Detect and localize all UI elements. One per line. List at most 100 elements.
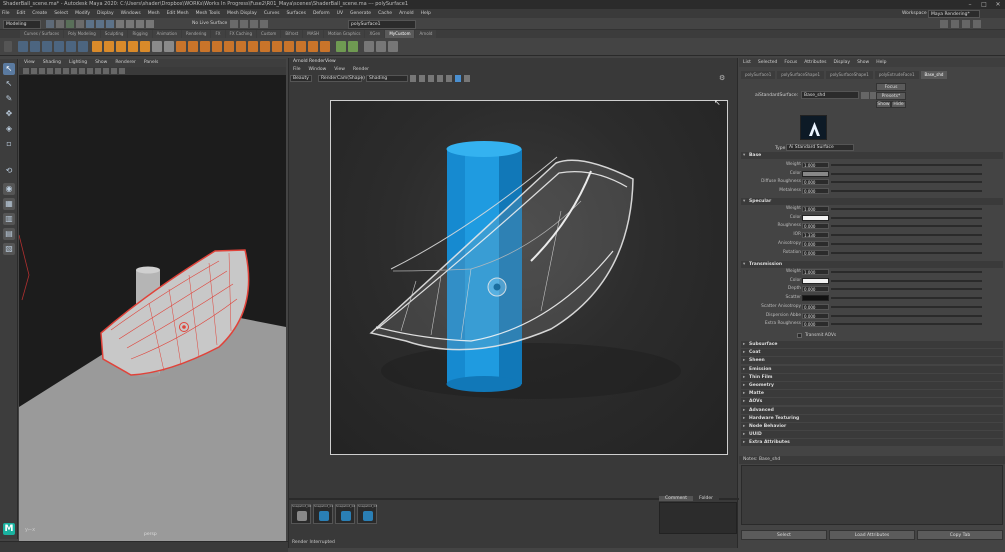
attr-value-field[interactable]: 0.000 <box>802 312 829 319</box>
snapshot-thumb[interactable]: Snapshot_01 <box>313 504 333 524</box>
viewport-menu-item[interactable]: View <box>24 59 35 67</box>
hypershade-icon[interactable] <box>260 20 268 28</box>
attr-value-field[interactable]: 1.000 <box>802 269 829 275</box>
ae-menu-item[interactable]: Display <box>833 58 850 67</box>
ae-node-tab[interactable]: Base_shd <box>920 71 948 79</box>
uv-unfold-icon[interactable] <box>348 41 358 52</box>
section-collapsed[interactable]: Subsurface <box>741 341 1003 348</box>
menu-item[interactable]: File <box>2 11 10 16</box>
renderview-tab[interactable]: Comment <box>659 496 694 501</box>
object-name-field[interactable]: polySurface1 <box>348 20 416 29</box>
shelf-tool-2-icon[interactable] <box>30 41 40 52</box>
move-tool-icon[interactable]: ✥ <box>3 108 15 120</box>
viewport-menu-item[interactable]: Lighting <box>69 59 87 67</box>
attr-value-field[interactable]: 1.330 <box>802 232 829 239</box>
bookmark-icon[interactable] <box>31 68 37 74</box>
section-collapsed[interactable]: Emission <box>741 365 1003 373</box>
snapshot-thumb[interactable]: Snapshot_03 <box>357 504 377 524</box>
attr-slider[interactable] <box>831 216 982 219</box>
renderview-menu-item[interactable]: Window <box>309 66 327 74</box>
maximize-icon[interactable]: □ <box>977 0 991 9</box>
viewport-menu-item[interactable]: Renderer <box>115 59 136 67</box>
select-object-icon[interactable] <box>96 20 104 28</box>
shelf-tab[interactable]: FX Caching <box>225 30 256 38</box>
combine-icon[interactable] <box>152 41 162 52</box>
snapshot-icon[interactable] <box>446 75 452 82</box>
shelf-tab[interactable]: Poly Modeling <box>64 30 100 38</box>
layout-top-icon[interactable]: ▤ <box>3 228 15 240</box>
attr-slider[interactable] <box>831 323 982 326</box>
merge-icon[interactable] <box>260 41 270 52</box>
shelf-tab[interactable]: XGen <box>365 30 385 38</box>
fill-hole-icon[interactable] <box>224 41 234 52</box>
attr-value-field[interactable]: 0.000 <box>802 188 829 195</box>
shelf-tab[interactable]: Custom <box>257 30 281 38</box>
attr-value-field[interactable]: 0.000 <box>802 223 829 230</box>
comment-box[interactable] <box>659 502 737 534</box>
poly-sphere-icon[interactable] <box>92 41 102 52</box>
open-scene-icon[interactable] <box>46 20 54 28</box>
shelf-tool-4-icon[interactable] <box>54 41 64 52</box>
ae-menu-item[interactable]: Attributes <box>804 58 826 67</box>
mode-select[interactable]: Modeling <box>3 20 41 29</box>
uv-editor-icon[interactable] <box>336 41 346 52</box>
attr-slider[interactable] <box>831 251 982 254</box>
snap-grid-icon[interactable] <box>116 20 124 28</box>
workspace-select[interactable]: Maya Rendering* <box>928 10 980 18</box>
scale-tool-icon[interactable]: ▫ <box>3 138 15 150</box>
section-collapsed[interactable]: Advanced <box>741 406 1003 414</box>
attr-slider[interactable] <box>831 297 982 300</box>
rendered-image[interactable]: ↖ <box>330 98 728 455</box>
menu-item[interactable]: Select <box>54 11 68 16</box>
section-collapsed[interactable]: Geometry <box>741 382 1003 389</box>
shelf-tab[interactable]: Sculpting <box>100 30 128 38</box>
menu-item[interactable]: Curves <box>264 11 280 16</box>
attr-value-field[interactable]: 0.000 <box>802 249 829 256</box>
show-manipulator-icon[interactable]: ⟲ <box>3 165 15 177</box>
section-collapsed[interactable]: Sheen <box>741 357 1003 365</box>
shelf-tab[interactable]: Curves / Surfaces <box>20 30 64 38</box>
redo-icon[interactable] <box>76 20 84 28</box>
menu-item[interactable]: Help <box>421 11 431 16</box>
close-icon[interactable]: ✕ <box>991 0 1005 9</box>
section-collapsed[interactable]: Coat <box>741 349 1003 357</box>
shelf-tab[interactable]: Arnold <box>415 30 437 38</box>
layout-side-icon[interactable]: ▥ <box>3 213 15 225</box>
select-component-icon[interactable] <box>106 20 114 28</box>
attr-slider[interactable] <box>831 225 982 228</box>
snap-point-icon[interactable] <box>136 20 144 28</box>
shelf-tab[interactable]: Bifrost <box>281 30 303 38</box>
channels-icon[interactable] <box>464 75 470 82</box>
snap-plane-icon[interactable] <box>146 20 154 28</box>
ae-menu-item[interactable]: Selected <box>758 58 778 67</box>
ae-node-tab[interactable]: polySurface1 <box>741 71 776 79</box>
attr-slider[interactable] <box>831 242 982 245</box>
attr-value-field[interactable]: 0.000 <box>802 179 829 186</box>
color-swatch[interactable] <box>802 214 829 221</box>
mirror-icon[interactable] <box>284 41 294 52</box>
node-connection-icon[interactable] <box>861 92 869 99</box>
lasso-tool-icon[interactable]: ↖ <box>3 78 15 90</box>
select-hierarchy-icon[interactable] <box>86 20 94 28</box>
presets-button[interactable]: Presets* <box>876 92 906 100</box>
load-attributes-button[interactable]: Load Attributes <box>829 530 915 540</box>
poly-cylinder-icon[interactable] <box>116 41 126 52</box>
shelf-tool-3-icon[interactable] <box>42 41 52 52</box>
ipr-toggle-icon[interactable] <box>455 75 461 82</box>
shelf-tool-1-icon[interactable] <box>18 41 28 52</box>
select-button[interactable]: Select <box>741 530 827 540</box>
isolate-select-icon[interactable] <box>111 68 117 74</box>
attr-slider[interactable] <box>831 181 982 184</box>
ae-node-tab[interactable]: polySurfaceShape1 <box>826 71 873 79</box>
ae-menu-item[interactable]: Help <box>876 58 886 67</box>
menu-item[interactable]: Display <box>97 11 114 16</box>
menu-item[interactable]: Create <box>32 11 47 16</box>
attr-slider[interactable] <box>831 164 982 166</box>
minimize-icon[interactable]: – <box>963 0 977 9</box>
wireframe-icon[interactable] <box>71 68 77 74</box>
transmit-aovs-checkbox[interactable] <box>797 333 802 338</box>
node-name-field[interactable]: Base_shd <box>801 91 859 99</box>
display-select[interactable]: Shading <box>366 75 408 82</box>
attr-slider[interactable] <box>831 305 982 308</box>
ae-menu-item[interactable]: Focus <box>784 58 797 67</box>
